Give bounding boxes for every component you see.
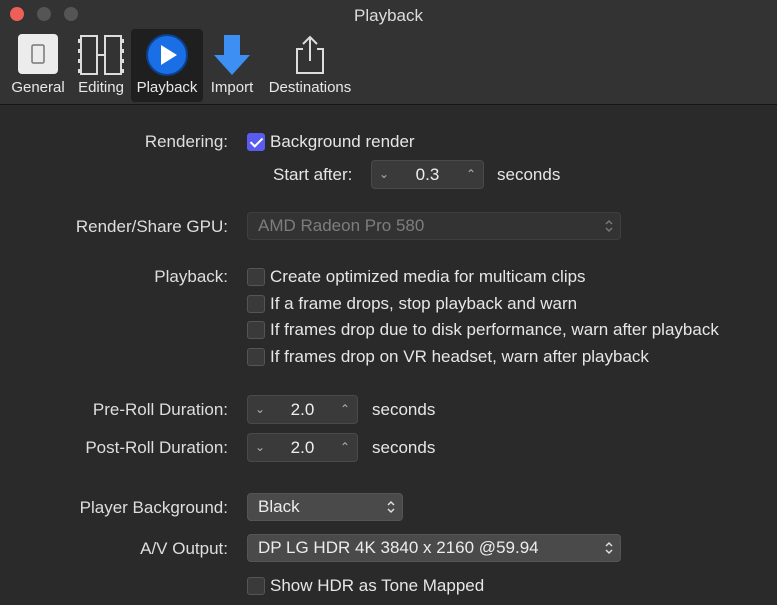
tab-playback[interactable]: Playback [131,29,203,102]
frame-drop-stop-label: If a frame drops, stop playback and warn [270,294,578,313]
tab-destinations[interactable]: Destinations [263,29,357,102]
title-bar: Playback General Editing Playback Import… [0,0,777,105]
background-render-checkbox[interactable] [247,133,265,151]
vr-headset-label: If frames drop on VR headset, warn after… [270,347,649,366]
tab-import-label: Import [210,79,254,96]
postroll-value[interactable]: 2.0 [272,434,333,461]
tab-import[interactable]: Import [205,29,259,102]
film-editing-icon [78,33,124,82]
background-render-label: Background render [270,132,415,151]
stepper-up-icon[interactable]: ⌃ [333,434,357,461]
preroll-value[interactable]: 2.0 [272,396,333,423]
av-output-label: A/V Output: [140,539,228,558]
popup-chevrons-icon [387,500,395,514]
stepper-up-icon[interactable]: ⌃ [459,161,483,188]
frame-drop-stop-checkbox[interactable] [247,295,265,313]
popup-chevrons-icon [605,219,613,233]
tab-general-label: General [11,79,65,96]
player-background-value: Black [258,497,300,516]
tab-editing[interactable]: Editing [72,29,130,102]
start-after-value[interactable]: 0.3 [396,161,459,188]
gpu-value: AMD Radeon Pro 580 [258,216,425,235]
postroll-label: Post-Roll Duration: [85,438,228,457]
postroll-unit: seconds [372,438,436,457]
gpu-label: Render/Share GPU: [75,217,228,236]
start-after-unit: seconds [497,165,561,184]
postroll-stepper[interactable]: ⌄ 2.0 ⌃ [247,433,358,462]
av-output-value: DP LG HDR 4K 3840 x 2160 @59.94 [258,538,539,557]
player-background-popup[interactable]: Black [247,493,403,521]
tab-playback-label: Playback [136,79,198,96]
playback-settings-pane: Rendering: Background render Start after… [0,105,777,605]
playback-label: Playback: [154,267,228,286]
preroll-label: Pre-Roll Duration: [92,400,228,419]
rendering-label: Rendering: [144,132,228,151]
play-icon [145,33,189,82]
vr-headset-checkbox[interactable] [247,348,265,366]
optimized-media-label: Create optimized media for multicam clip… [270,267,586,286]
preroll-stepper[interactable]: ⌄ 2.0 ⌃ [247,395,358,424]
tab-editing-label: Editing [78,79,124,96]
disk-performance-checkbox[interactable] [247,321,265,339]
general-switch-icon [17,33,59,80]
stepper-down-icon[interactable]: ⌄ [372,161,396,188]
stepper-up-icon[interactable]: ⌃ [333,396,357,423]
hdr-tone-mapped-label: Show HDR as Tone Mapped [270,576,485,595]
preroll-unit: seconds [372,400,436,419]
start-after-label: Start after: [273,165,353,184]
player-background-label: Player Background: [79,498,228,517]
stepper-down-icon[interactable]: ⌄ [248,396,272,423]
tab-destinations-label: Destinations [268,79,352,96]
stepper-down-icon[interactable]: ⌄ [248,434,272,461]
hdr-tone-mapped-checkbox[interactable] [247,577,265,595]
tab-general[interactable]: General [8,29,68,102]
share-icon [293,33,327,82]
preferences-window: Playback General Editing Playback Import… [0,0,777,605]
disk-performance-label: If frames drop due to disk performance, … [270,320,719,339]
popup-chevrons-icon [605,541,613,555]
start-after-stepper[interactable]: ⌄ 0.3 ⌃ [371,160,484,189]
gpu-popup[interactable]: AMD Radeon Pro 580 [247,212,621,240]
optimized-media-checkbox[interactable] [247,268,265,286]
av-output-popup[interactable]: DP LG HDR 4K 3840 x 2160 @59.94 [247,534,621,562]
import-arrow-icon [212,33,252,82]
window-title: Playback [354,6,423,25]
